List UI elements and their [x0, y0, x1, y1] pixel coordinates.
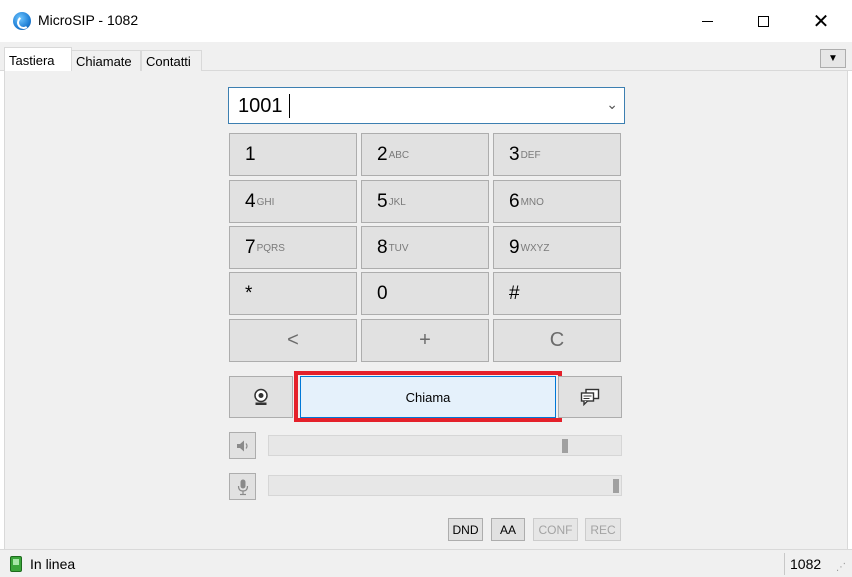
key-letters: MNO [520, 197, 544, 208]
mic-slider-thumb[interactable] [613, 479, 619, 493]
backspace-button[interactable]: < [229, 319, 357, 362]
webcam-icon [254, 388, 268, 405]
tab-chiamate[interactable]: Chiamate [71, 50, 141, 71]
text-caret [289, 94, 290, 118]
key-digit: 1 [245, 143, 256, 165]
account-extension: 1082 [790, 556, 822, 572]
call-button[interactable]: Chiama [300, 376, 556, 418]
key-7[interactable]: 7 PQRS [229, 226, 357, 269]
clear-label: C [549, 329, 565, 351]
speaker-slider-thumb[interactable] [561, 439, 568, 453]
key-digit: 8 [377, 236, 388, 258]
title-bar: MicroSIP - 1082 ✕ [0, 0, 852, 42]
close-button[interactable]: ✕ [798, 0, 844, 42]
key-0[interactable]: 0 [361, 272, 489, 315]
auto-answer-button[interactable]: AA [491, 518, 525, 541]
tab-contatti[interactable]: Contatti [141, 50, 202, 71]
main-menu-button[interactable]: ▼ [820, 49, 846, 68]
key-1[interactable]: 1 [229, 133, 357, 176]
maximize-button[interactable] [740, 0, 786, 42]
key-digit: 0 [377, 282, 388, 304]
key-letters: JKL [388, 197, 406, 208]
chat-icon [580, 388, 600, 406]
close-icon: ✕ [812, 9, 830, 33]
speaker-volume-slider[interactable] [268, 435, 622, 456]
key-hash[interactable]: # [493, 272, 621, 315]
clear-button[interactable]: C [493, 319, 621, 362]
triangle-down-icon: ▼ [828, 53, 838, 64]
key-digit: # [509, 282, 520, 304]
speaker-mute-button[interactable] [229, 432, 256, 459]
key-letters: ABC [388, 150, 410, 161]
window-title: MicroSIP - 1082 [38, 12, 139, 28]
resize-grip-icon[interactable]: ⋰ [836, 562, 846, 573]
backspace-label: < [287, 329, 299, 351]
key-digit: 5 [377, 190, 388, 212]
microsip-logo-icon [13, 12, 31, 30]
key-letters: TUV [388, 243, 409, 254]
key-digit: 3 [509, 143, 520, 165]
mic-mute-button[interactable] [229, 473, 256, 500]
video-call-button[interactable] [229, 376, 293, 418]
key-digit: 4 [245, 190, 256, 212]
key-2[interactable]: 2 ABC [361, 133, 489, 176]
key-digit: 2 [377, 143, 388, 165]
speaker-icon [236, 440, 248, 451]
number-value: 1001 [238, 95, 283, 117]
plus-label: + [419, 329, 431, 351]
plus-button[interactable]: + [361, 319, 489, 362]
key-digit: * [245, 282, 253, 304]
maximize-icon [757, 15, 769, 27]
tab-bar: Tastiera Chiamate Contatti [0, 42, 852, 72]
key-digit: 7 [245, 236, 256, 258]
key-8[interactable]: 8 TUV [361, 226, 489, 269]
key-letters: PQRS [256, 243, 285, 254]
chevron-down-icon[interactable]: ⌄ [606, 96, 618, 113]
minimize-icon [701, 20, 713, 22]
status-divider [784, 553, 785, 575]
status-bar: In linea 1082 ⋰ [0, 549, 852, 577]
key-3[interactable]: 3 DEF [493, 133, 621, 176]
key-digit: 9 [509, 236, 520, 258]
key-letters: WXYZ [520, 243, 550, 254]
key-letters: DEF [520, 150, 541, 161]
key-digit: 6 [509, 190, 520, 212]
key-star[interactable]: * [229, 272, 357, 315]
key-4[interactable]: 4 GHI [229, 180, 357, 223]
key-5[interactable]: 5 JKL [361, 180, 489, 223]
status-text: In linea [30, 556, 76, 572]
key-letters: GHI [256, 197, 275, 208]
dnd-button[interactable]: DND [448, 518, 483, 541]
microphone-icon [237, 479, 248, 495]
number-input[interactable]: 1001 ⌄ [228, 87, 625, 124]
mic-volume-slider[interactable] [268, 475, 622, 496]
conference-button[interactable]: CONF [533, 518, 578, 541]
online-status-icon [10, 556, 22, 572]
minimize-button[interactable] [684, 0, 730, 42]
record-button[interactable]: REC [585, 518, 621, 541]
key-6[interactable]: 6 MNO [493, 180, 621, 223]
tab-tastiera[interactable]: Tastiera [4, 47, 72, 72]
key-9[interactable]: 9 WXYZ [493, 226, 621, 269]
message-button[interactable] [558, 376, 622, 418]
